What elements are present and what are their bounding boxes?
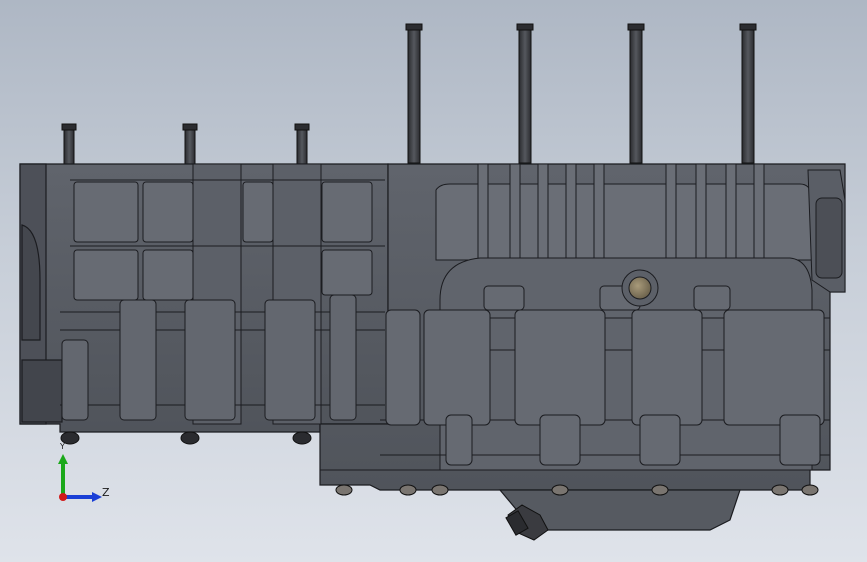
z-axis-arrowhead	[92, 492, 102, 502]
crankcase-model[interactable]	[0, 0, 867, 562]
z-axis-label: Z	[102, 486, 110, 499]
left-studs	[61, 123, 310, 167]
y-axis-label: Y	[60, 442, 65, 451]
right-bracket	[807, 169, 846, 293]
oil-boss	[621, 269, 659, 307]
cylinder-studs	[405, 23, 757, 164]
y-axis-arrowhead	[58, 454, 68, 464]
graphics-viewport[interactable]: Z Y	[0, 0, 867, 562]
coordinate-triad: Z Y	[50, 442, 120, 510]
origin-dot	[59, 493, 67, 501]
